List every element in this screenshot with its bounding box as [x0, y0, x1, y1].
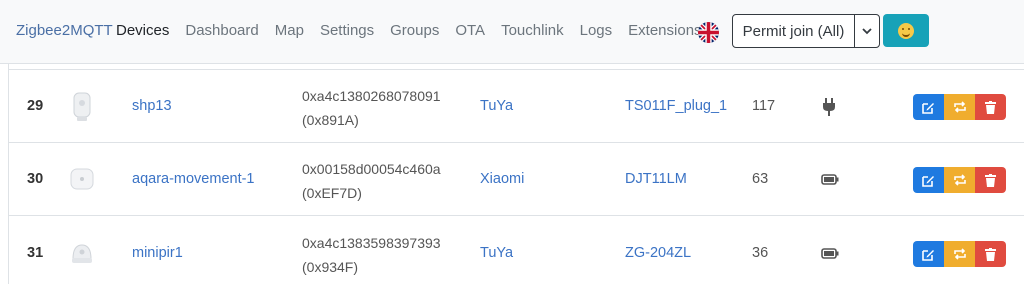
table-row: 29 shp13 0xa4c1380268078091 (0x891A) TuY…	[9, 69, 1024, 142]
uk-flag-icon[interactable]	[698, 22, 719, 43]
ieee-address: 0xa4c1383598397393	[302, 235, 441, 251]
rename-button[interactable]	[944, 241, 975, 267]
battery-icon	[821, 247, 839, 265]
nav-links: Devices Dashboard Map Settings Groups OT…	[116, 22, 718, 39]
network-address: (0x891A)	[302, 112, 359, 128]
trash-icon	[985, 100, 996, 114]
table-row: 30 aqara-movement-1 0x00158d00054c460a (…	[9, 142, 1024, 215]
table-row: 31 minipir1 0xa4c1383598397393 (0x934F) …	[9, 215, 1024, 284]
device-name-link[interactable]: aqara-movement-1	[132, 171, 255, 187]
nav-groups[interactable]: Groups	[390, 22, 439, 39]
devices-table: 29 shp13 0xa4c1380268078091 (0x891A) TuY…	[8, 64, 1024, 284]
mains-plug-icon	[821, 98, 839, 116]
model-link[interactable]: DJT11LM	[625, 171, 687, 187]
smiley-icon	[898, 22, 914, 39]
navbar: Zigbee2MQTT Devices Dashboard Map Settin…	[0, 0, 1024, 64]
remove-button[interactable]	[975, 94, 1006, 120]
remove-button[interactable]	[975, 167, 1006, 193]
nav-map[interactable]: Map	[275, 22, 304, 39]
permit-join-button[interactable]: Permit join (All)	[733, 15, 855, 47]
lqi-value: 117	[752, 98, 776, 114]
remove-button[interactable]	[975, 241, 1006, 267]
edit-icon	[922, 175, 934, 187]
device-address: 0x00158d00054c460a (0xEF7D)	[302, 157, 441, 205]
brand-link[interactable]: Zigbee2MQTT	[16, 22, 113, 39]
model-link[interactable]: ZG-204ZL	[625, 245, 691, 261]
network-address: (0x934F)	[302, 259, 359, 275]
permit-join-group: Permit join (All)	[732, 14, 880, 48]
vendor-link[interactable]: TuYa	[480, 245, 513, 261]
row-index: 30	[27, 171, 44, 187]
nav-ota[interactable]: OTA	[455, 22, 485, 39]
motion-sensor-icon	[67, 163, 97, 193]
row-index: 29	[27, 98, 44, 114]
nav-touchlink[interactable]: Touchlink	[501, 22, 564, 39]
row-actions	[913, 241, 1006, 267]
battery-icon	[821, 173, 839, 191]
chevron-down-icon[interactable]	[855, 15, 879, 47]
model-link[interactable]: TS011F_plug_1	[625, 98, 727, 114]
ieee-address: 0x00158d00054c460a	[302, 161, 441, 177]
rename-button[interactable]	[944, 94, 975, 120]
lqi-value: 36	[752, 245, 769, 261]
theme-button[interactable]	[883, 14, 929, 47]
nav-devices[interactable]: Devices	[116, 22, 169, 39]
rename-icon	[953, 174, 966, 186]
row-actions	[913, 94, 1006, 120]
row-index: 31	[27, 245, 44, 261]
edit-button[interactable]	[913, 241, 944, 267]
rename-icon	[953, 248, 966, 260]
trash-icon	[985, 247, 996, 261]
network-address: (0xEF7D)	[302, 185, 362, 201]
nav-extensions[interactable]: Extensions	[628, 22, 701, 39]
device-address: 0xa4c1383598397393 (0x934F)	[302, 231, 441, 279]
lqi-value: 63	[752, 171, 769, 187]
rename-button[interactable]	[944, 167, 975, 193]
edit-button[interactable]	[913, 94, 944, 120]
vendor-link[interactable]: TuYa	[480, 98, 513, 114]
nav-settings[interactable]: Settings	[320, 22, 374, 39]
nav-logs[interactable]: Logs	[580, 22, 613, 39]
edit-icon	[922, 249, 934, 261]
edit-icon	[922, 102, 934, 114]
device-name-link[interactable]: minipir1	[132, 245, 183, 261]
device-address: 0xa4c1380268078091 (0x891A)	[302, 84, 441, 132]
smart-plug-icon	[67, 90, 97, 121]
rename-icon	[953, 101, 966, 113]
device-name-link[interactable]: shp13	[132, 98, 172, 114]
row-actions	[913, 167, 1006, 193]
pir-sensor-icon	[67, 237, 97, 267]
nav-dashboard[interactable]: Dashboard	[185, 22, 258, 39]
edit-button[interactable]	[913, 167, 944, 193]
trash-icon	[985, 173, 996, 187]
vendor-link[interactable]: Xiaomi	[480, 171, 524, 187]
ieee-address: 0xa4c1380268078091	[302, 88, 441, 104]
